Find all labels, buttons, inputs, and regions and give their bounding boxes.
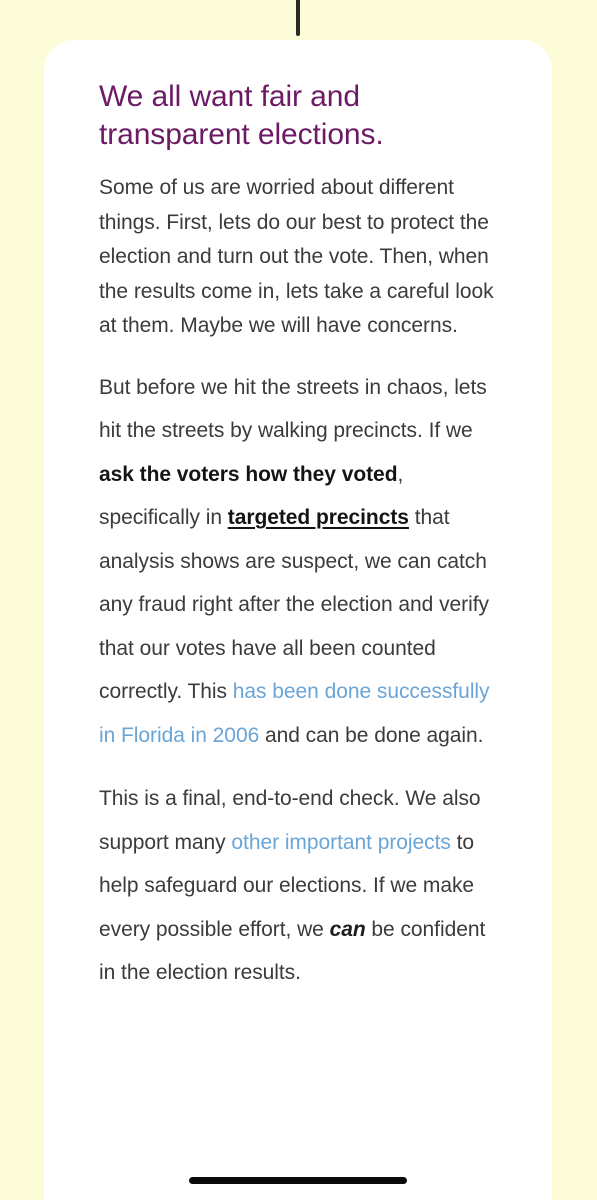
paragraph-intro: Some of us are worried about different t… bbox=[99, 176, 494, 337]
emphasis-targeted-precincts: targeted precincts bbox=[227, 506, 409, 529]
emphasis-can: can bbox=[329, 917, 366, 941]
paragraph-end-to-end: This is a final, end-to-end check. We al… bbox=[99, 777, 499, 995]
emphasis-ask-the-voters: ask the voters how they voted bbox=[99, 462, 398, 486]
article-body: We all want fair and transparent electio… bbox=[99, 78, 499, 995]
page-title: We all want fair and transparent electio… bbox=[99, 80, 384, 151]
paragraph-precincts: But before we hit the streets in chaos, … bbox=[99, 366, 499, 758]
content-card: We all want fair and transparent electio… bbox=[44, 40, 552, 1200]
home-indicator[interactable] bbox=[189, 1177, 407, 1184]
paragraph-precincts-text-1: But before we hit the streets in chaos, … bbox=[99, 375, 487, 443]
paragraph-precincts-text-3: that analysis shows are suspect, we can … bbox=[99, 506, 489, 703]
camera-notch-icon bbox=[296, 0, 300, 36]
paragraph-precincts-text-4: and can be done again. bbox=[259, 723, 484, 747]
link-other-important-projects[interactable]: other important projects bbox=[231, 831, 450, 854]
